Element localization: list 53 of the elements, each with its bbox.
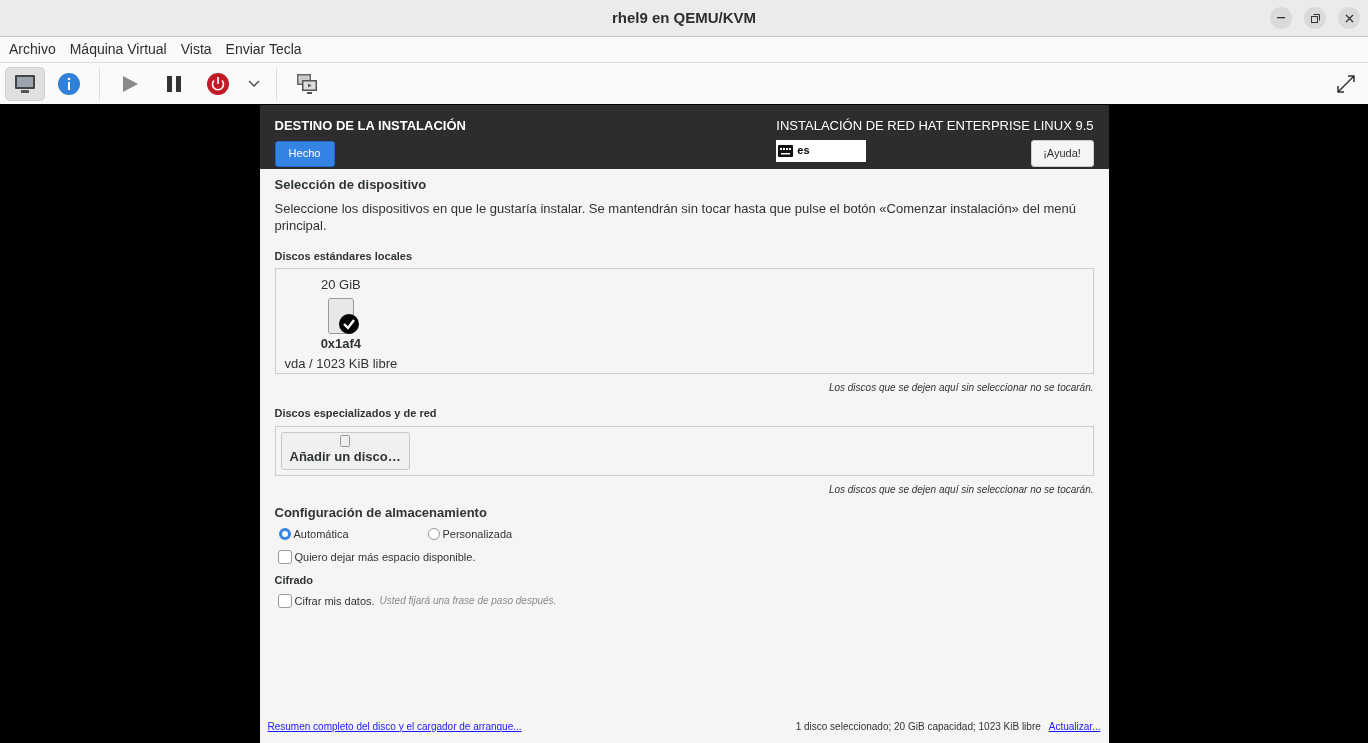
disk-drive-icon [340, 434, 351, 447]
group-label: Discos estándares locales [274, 248, 414, 264]
restore-button[interactable] [1304, 7, 1326, 29]
checkbox-label: Quiero dejar más espacio disponible. [294, 549, 476, 565]
section-title: Cifrado [274, 573, 314, 588]
note-text: Los discos que se dejen aquí sin seleccionar no se tocarán. [828, 482, 1094, 497]
close-icon [1344, 13, 1354, 23]
checkbox[interactable] [277, 593, 292, 608]
keyboard-layout-field[interactable]: es [776, 139, 867, 162]
close-button[interactable] [1338, 7, 1360, 29]
status-text: 1 disco seleccionado; 20 GiB capacidad; 1023 KiB libre [795, 719, 1041, 734]
section-title: Configuración de almacenamiento [274, 503, 488, 522]
note-text: Los discos que se dejen aquí sin seleccionar no se tocarán. [828, 381, 1094, 395]
radio-button[interactable] [278, 528, 291, 541]
summary-link[interactable]: Resumen completo del disco y el cargador de arranque... [267, 718, 522, 734]
screen-title: DESTINO DE LA INSTALACIÓN [274, 117, 466, 135]
disk-item[interactable]: 20 GiB 0x1af4 vda / 1023 KiB libre [284, 275, 398, 373]
radio-label: Personalizada [442, 527, 513, 542]
checkbox[interactable] [277, 549, 292, 564]
menu-item[interactable]: Máquina Virtual [62, 39, 174, 60]
chevron-down-icon [248, 79, 260, 88]
minimize-button[interactable] [1270, 7, 1292, 29]
menu-item[interactable]: Enviar Tecla [218, 39, 309, 60]
section-title: Selección de dispositivo [274, 176, 428, 194]
menu-item[interactable]: Archivo [2, 39, 63, 60]
hint-text: Usted fijará una frase de paso después. [379, 594, 557, 609]
disk-name: 0x1af4 [320, 335, 362, 353]
checkbox-label: Cifrar mis datos. [294, 593, 375, 609]
menu-item[interactable]: Vista [173, 39, 219, 60]
window-title: rhel9 en QEMU/KVM [611, 7, 757, 28]
disk-detail: vda / 1023 KiB libre [284, 354, 398, 373]
info-icon [57, 71, 81, 96]
radio-button[interactable] [427, 528, 440, 541]
done-button[interactable]: Hecho [274, 140, 335, 167]
pause-icon [166, 75, 182, 92]
monitors-icon [296, 72, 318, 95]
disk-size: 20 GiB [321, 276, 361, 294]
radio-label: Automática [293, 527, 349, 542]
monitor-icon [14, 73, 36, 94]
product-title: INSTALACIÓN DE RED HAT ENTERPRISE LINUX 9.5 [776, 117, 1094, 135]
group-label: Discos especializados y de red [274, 406, 438, 421]
toolbar-button[interactable] [5, 66, 45, 101]
play-icon [121, 74, 139, 93]
restore-icon [1310, 13, 1320, 23]
check-icon [338, 314, 359, 334]
fullscreen-icon [1335, 72, 1357, 95]
keyboard-icon [778, 144, 794, 157]
description-text: Seleccione los dispositivos en que le gustaría instalar. Se mantendrán sin tocar hasta que pulse el botón «Comenzar instalación» del menú principal. [274, 199, 1077, 234]
minimize-icon [1277, 17, 1285, 19]
power-icon [207, 72, 229, 95]
add-disk-button[interactable]: Añadir un disco… [280, 431, 410, 470]
help-button[interactable]: ¡Ayuda! [1030, 139, 1094, 167]
refresh-link[interactable]: Actualizar... [1048, 718, 1101, 734]
